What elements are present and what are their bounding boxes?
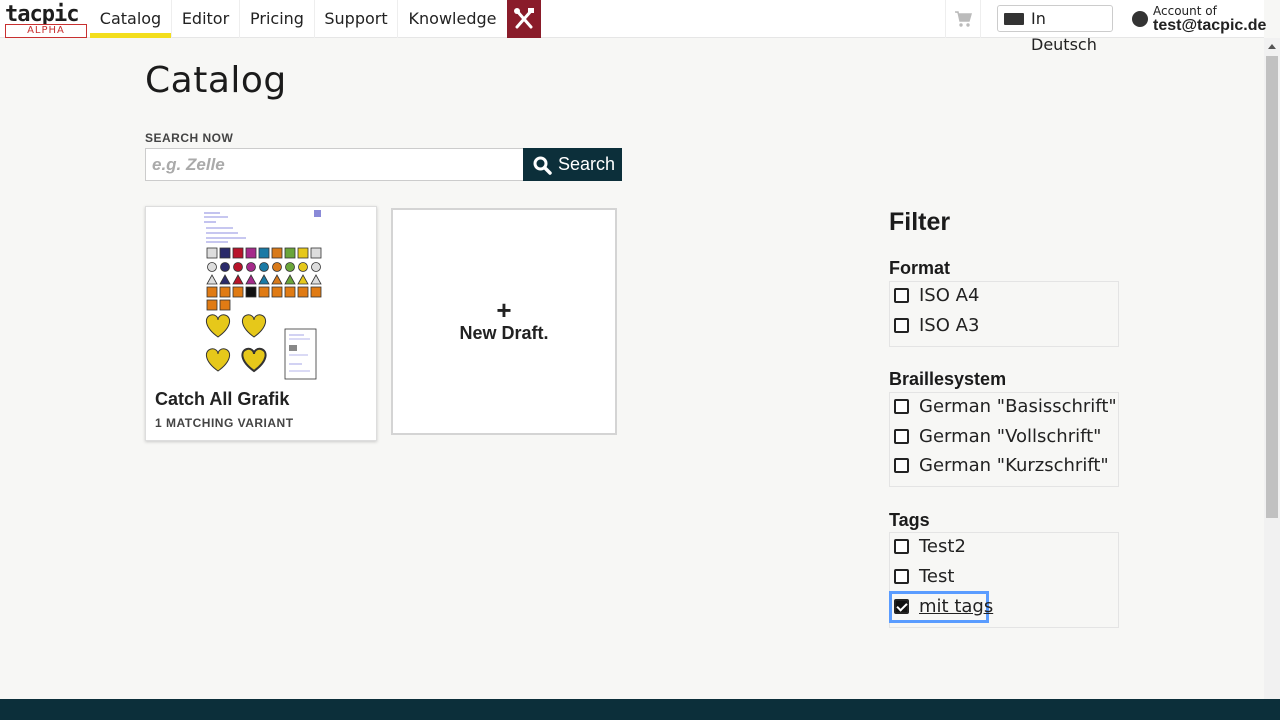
page-scrollbar[interactable]	[1264, 38, 1280, 699]
catalog-card[interactable]: Catch All Grafik 1 MATCHING VARIANT	[145, 206, 377, 441]
new-draft-label: New Draft.	[459, 323, 549, 343]
checkbox[interactable]	[894, 458, 909, 473]
filter-option-label: Test2	[919, 536, 966, 557]
cart-icon	[955, 11, 972, 27]
filter-heading: Filter	[889, 208, 951, 236]
search-icon	[533, 156, 552, 175]
checkbox[interactable]	[894, 288, 909, 303]
scroll-up-arrow-icon[interactable]	[1268, 44, 1276, 49]
nav-catalog[interactable]: Catalog	[90, 0, 172, 38]
filter-group-tags-title: Tags	[889, 510, 930, 530]
page-footer	[0, 699, 1280, 720]
checkbox[interactable]	[894, 399, 909, 414]
filter-option-label: German "Kurzschrift"	[919, 455, 1109, 476]
filter-option-label: mit tags	[919, 596, 994, 617]
tools-icon	[514, 8, 534, 29]
filter-option-label: ISO A3	[919, 315, 980, 336]
checkbox[interactable]	[894, 539, 909, 554]
filter-option-label: Test	[919, 566, 955, 587]
search-label: SEARCH NOW	[145, 131, 234, 145]
search-input[interactable]	[145, 148, 524, 181]
filter-option-mit-tags[interactable]: mit tags	[889, 591, 993, 623]
checkbox[interactable]	[894, 429, 909, 444]
checkbox[interactable]	[894, 318, 909, 333]
logo-wordmark: tacpic	[5, 2, 79, 27]
search-button[interactable]: Search	[523, 148, 622, 181]
filter-group-format-title: Format	[889, 258, 951, 278]
language-button[interactable]: In Deutsch	[997, 5, 1113, 54]
checkbox[interactable]	[894, 569, 909, 584]
account-email: test@tacpic.de	[1153, 17, 1267, 34]
scrollbar-thumb[interactable]	[1266, 56, 1278, 518]
new-draft-card[interactable]: + New Draft.	[391, 208, 617, 435]
nav-editor[interactable]: Editor	[172, 0, 240, 38]
alpha-badge: ALPHA	[5, 24, 87, 38]
account-menu[interactable]: Account of test@tacpic.de	[1132, 4, 1267, 34]
filter-option-label: ISO A4	[919, 285, 980, 306]
tacpic-logo[interactable]: tacpic ALPHA	[5, 4, 87, 38]
nav-knowledge[interactable]: Knowledge	[398, 0, 507, 38]
filter-option-label: German "Basisschrift"	[919, 396, 1117, 417]
filter-option-label: German "Vollschrift"	[919, 426, 1102, 447]
language-label: In Deutsch	[1031, 9, 1097, 54]
checkbox-checked[interactable]	[894, 599, 909, 614]
language-icon	[1004, 13, 1024, 25]
card-title: Catch All Grafik	[155, 389, 290, 409]
nav-support[interactable]: Support	[315, 0, 398, 38]
tools-button[interactable]	[507, 0, 541, 38]
plus-icon: +	[496, 295, 512, 325]
user-circle-icon	[1132, 11, 1148, 27]
cart-button[interactable]	[945, 0, 981, 38]
page-title: Catalog	[145, 60, 287, 101]
filter-group-braille-title: Braillesystem	[889, 369, 1007, 389]
graphic-thumbnail	[204, 210, 322, 380]
card-variant-count: 1 MATCHING VARIANT	[155, 416, 294, 430]
nav-pricing[interactable]: Pricing	[240, 0, 315, 38]
search-button-label: Search	[558, 154, 616, 174]
account-caption: Account of	[1153, 4, 1217, 18]
top-navbar: tacpic ALPHA Catalog Editor Pricing Supp…	[0, 0, 1267, 54]
